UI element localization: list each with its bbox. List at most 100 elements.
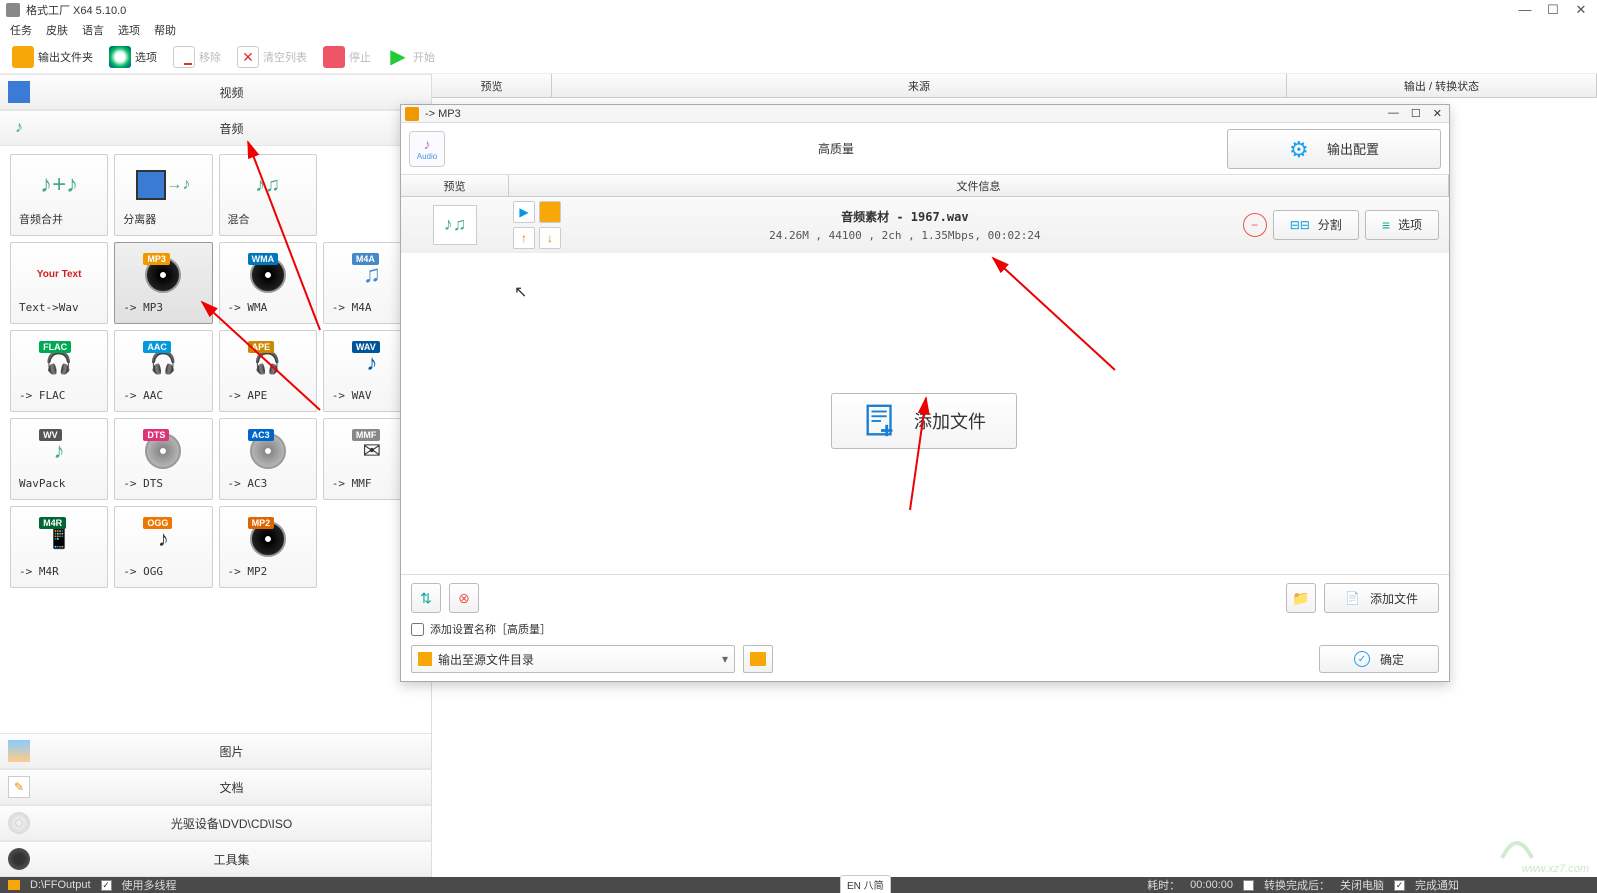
folder-icon bbox=[418, 652, 432, 666]
app-icon bbox=[6, 3, 20, 17]
wavpack-icon: ♪ bbox=[54, 438, 65, 464]
note-icon: ♪ bbox=[424, 136, 431, 152]
format-wavpack[interactable]: WV♪ WavPack bbox=[10, 418, 108, 500]
window-controls: — ☐ ✕ bbox=[1515, 2, 1591, 18]
remove-file-button[interactable]: − bbox=[1243, 213, 1267, 237]
browse-folder-button[interactable] bbox=[743, 645, 773, 673]
fh-info[interactable]: 文件信息 bbox=[509, 175, 1449, 196]
col-output[interactable]: 输出 / 转换状态 bbox=[1287, 74, 1597, 97]
multithread-checkbox[interactable]: ✓ bbox=[101, 880, 112, 891]
m4r-icon: 📱 bbox=[47, 526, 72, 551]
format-mp2[interactable]: MP2 -> MP2 bbox=[219, 506, 317, 588]
output-path[interactable]: D:\FFOutput bbox=[30, 879, 91, 891]
output-config-button[interactable]: ⚙ 输出配置 bbox=[1227, 129, 1441, 169]
clear-icon: ✕ bbox=[237, 46, 259, 68]
category-tools[interactable]: 工具集 bbox=[0, 841, 431, 877]
menubar: 任务 皮肤 语言 选项 帮助 bbox=[0, 20, 1597, 40]
sort-button[interactable]: ⇅ bbox=[411, 583, 441, 613]
format-wma[interactable]: WMA -> WMA bbox=[219, 242, 317, 324]
toolbar-output-folder[interactable]: 输出文件夹 bbox=[6, 44, 99, 70]
audio-badge[interactable]: ♪ Audio bbox=[409, 131, 445, 167]
menu-lang[interactable]: 语言 bbox=[82, 22, 104, 38]
col-source[interactable]: 来源 bbox=[552, 74, 1287, 97]
menu-help[interactable]: 帮助 bbox=[154, 22, 176, 38]
toolbar-clear[interactable]: ✕ 清空列表 bbox=[231, 44, 313, 70]
col-preview[interactable]: 预览 bbox=[432, 74, 552, 97]
toolbar-remove[interactable]: 移除 bbox=[167, 44, 227, 70]
window-title: 格式工厂 X64 5.10.0 bbox=[26, 2, 126, 18]
add-setting-checkbox[interactable] bbox=[411, 623, 424, 636]
folder-icon bbox=[8, 880, 20, 890]
split-button[interactable]: ⊟⊟ 分割 bbox=[1273, 210, 1359, 240]
format-merge[interactable]: ♪+♪ 音频合并 bbox=[10, 154, 108, 236]
start-icon: ▶ bbox=[387, 46, 409, 68]
file-row[interactable]: ♪♫ ▶ ↑ ↓ 音频素材 - 1967.wav 24.26M , 44100 … bbox=[401, 197, 1449, 253]
mix-icon: ♪♫ bbox=[255, 174, 280, 197]
maximize-button[interactable]: ☐ bbox=[1543, 2, 1563, 18]
delete-all-button[interactable]: ⊗ bbox=[449, 583, 479, 613]
add-setting-row[interactable]: 添加设置名称［高质量］ bbox=[411, 621, 1439, 637]
close-button[interactable]: ✕ bbox=[1571, 2, 1591, 18]
list-header: 预览 来源 输出 / 转换状态 bbox=[432, 74, 1597, 98]
dialog-icon bbox=[405, 107, 419, 121]
menu-opt[interactable]: 选项 bbox=[118, 22, 140, 38]
move-up-button[interactable]: ↑ bbox=[513, 227, 535, 249]
dialog-close[interactable]: ✕ bbox=[1430, 107, 1445, 120]
gear-icon: ⚙ bbox=[1289, 137, 1313, 161]
format-ogg[interactable]: OGG♪ -> OGG bbox=[114, 506, 212, 588]
lang-indicator[interactable]: EN 八简 bbox=[840, 875, 891, 893]
menu-skin[interactable]: 皮肤 bbox=[46, 22, 68, 38]
video-icon bbox=[8, 81, 30, 103]
toolbar-start[interactable]: ▶ 开始 bbox=[381, 44, 441, 70]
menu-task[interactable]: 任务 bbox=[10, 22, 32, 38]
dialog-maximize[interactable]: ☐ bbox=[1408, 107, 1424, 120]
options-icon bbox=[109, 46, 131, 68]
format-flac[interactable]: FLAC🎧 -> FLAC bbox=[10, 330, 108, 412]
format-ape[interactable]: APE🎧 -> APE bbox=[219, 330, 317, 412]
wav-icon: ♪ bbox=[366, 350, 377, 376]
mmf-icon: ✉ bbox=[363, 438, 381, 464]
category-audio[interactable]: ♪ 音频 bbox=[0, 110, 431, 146]
category-video[interactable]: 视频 bbox=[0, 74, 431, 110]
file-thumbnail[interactable]: ♪♫ bbox=[401, 205, 509, 245]
dialog-minimize[interactable]: — bbox=[1385, 107, 1402, 120]
format-m4r[interactable]: M4R📱 -> M4R bbox=[10, 506, 108, 588]
add-file-dropzone[interactable]: 添加文件 bbox=[831, 393, 1017, 449]
category-disc[interactable]: 光驱设备\DVD\CD\ISO bbox=[0, 805, 431, 841]
options-icon: ≡ bbox=[1382, 217, 1390, 233]
play-button[interactable]: ▶ bbox=[513, 201, 535, 223]
file-list-header: 预览 文件信息 bbox=[401, 175, 1449, 197]
format-dts[interactable]: DTS -> DTS bbox=[114, 418, 212, 500]
dialog-top: ♪ Audio 高质量 ⚙ 输出配置 bbox=[401, 123, 1449, 175]
format-ac3[interactable]: AC3 -> AC3 bbox=[219, 418, 317, 500]
toolbar-options[interactable]: 选项 bbox=[103, 44, 163, 70]
format-aac[interactable]: AAC🎧 -> AAC bbox=[114, 330, 212, 412]
toolbar-stop[interactable]: 停止 bbox=[317, 44, 377, 70]
category-image[interactable]: 图片 bbox=[0, 733, 431, 769]
category-doc[interactable]: 文档 bbox=[0, 769, 431, 805]
ok-button[interactable]: ✓ 确定 bbox=[1319, 645, 1439, 673]
format-splitter[interactable]: →♪ 分离器 bbox=[114, 154, 212, 236]
format-mp3[interactable]: MP3 -> MP3 bbox=[114, 242, 212, 324]
file-options-button[interactable]: ≡ 选项 bbox=[1365, 210, 1439, 240]
output-dir-combo[interactable]: 输出至源文件目录 ▾ bbox=[411, 645, 735, 673]
split-icon: ⊟⊟ bbox=[1290, 218, 1310, 232]
open-folder-button[interactable] bbox=[539, 201, 561, 223]
quality-label: 高质量 bbox=[455, 140, 1217, 157]
add-folder-button[interactable]: 📁 bbox=[1286, 583, 1316, 613]
minimize-button[interactable]: — bbox=[1515, 2, 1535, 18]
format-text-wav[interactable]: Your Text Text->Wav bbox=[10, 242, 108, 324]
remove-icon bbox=[173, 46, 195, 68]
fh-preview[interactable]: 预览 bbox=[401, 175, 509, 196]
mp3-dialog: -> MP3 — ☐ ✕ ♪ Audio 高质量 ⚙ 输出配置 预览 文件信息 … bbox=[400, 104, 1450, 682]
folder-icon bbox=[750, 652, 766, 666]
chevron-down-icon: ▾ bbox=[722, 652, 728, 666]
notify-checkbox[interactable]: ✓ bbox=[1394, 880, 1405, 891]
format-mix[interactable]: ♪♫ 混合 bbox=[219, 154, 317, 236]
add-file-button[interactable]: 📄 添加文件 bbox=[1324, 583, 1439, 613]
image-icon bbox=[8, 740, 30, 762]
toolbar: 输出文件夹 选项 移除 ✕ 清空列表 停止 ▶ 开始 bbox=[0, 40, 1597, 74]
move-down-button[interactable]: ↓ bbox=[539, 227, 561, 249]
after-convert-checkbox[interactable] bbox=[1243, 880, 1254, 891]
ogg-icon: ♪ bbox=[158, 526, 169, 552]
